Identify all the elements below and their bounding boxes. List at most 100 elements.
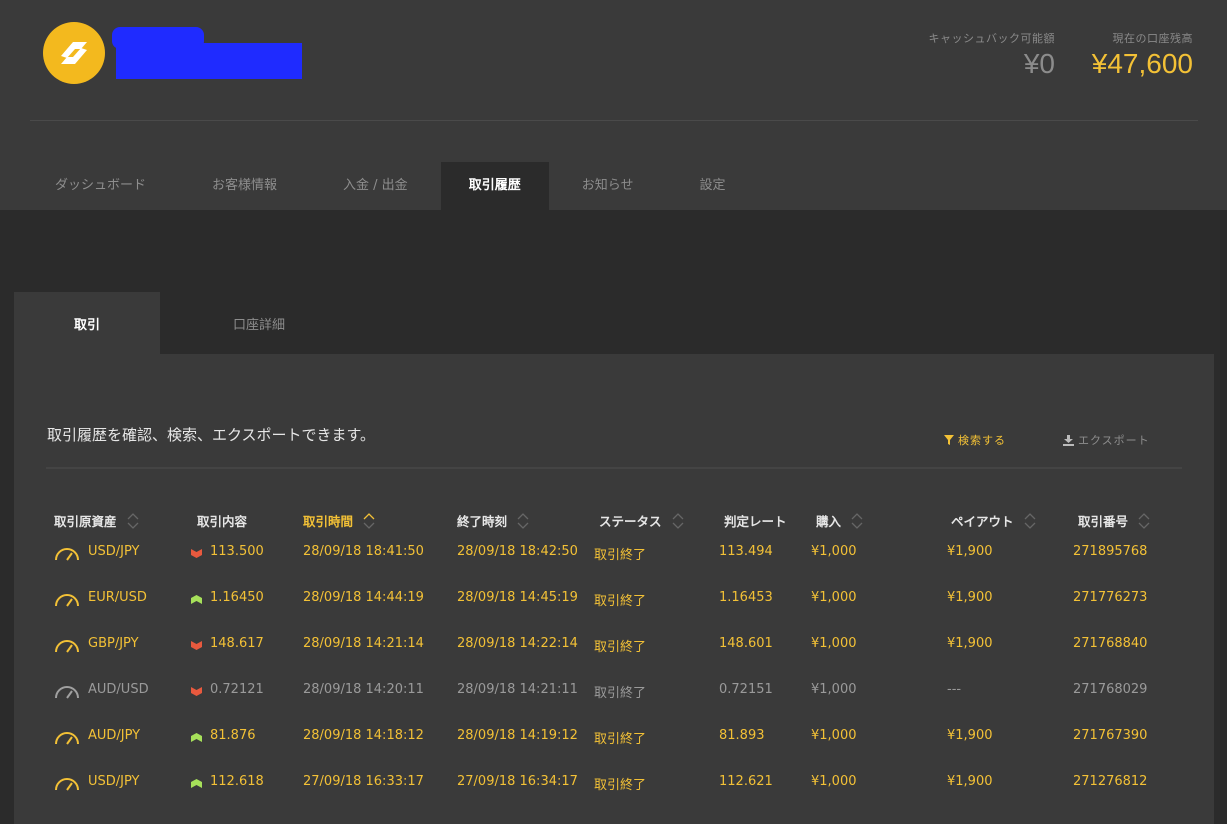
table-row[interactable]: AUD/JPY 81.876 28/09/18 14:18:12 28/09/18 1… [14,728,1214,774]
cell-payout: ¥1,900 [947,544,993,559]
cell-end-time: 28/09/18 14:19:12 [457,728,578,743]
cell-status: 取引終了 [594,686,647,701]
cell-buy: ¥1,000 [811,682,857,697]
gauge-icon [55,640,79,653]
col-header-trade-id-label: 取引番号 [1078,514,1129,529]
cell-payout: ¥1,900 [947,728,993,743]
cell-asset: EUR/USD [88,590,147,605]
col-header-end-time[interactable]: 終了時刻 [457,511,529,530]
sort-icon [127,512,139,529]
panel-divider [46,467,1182,469]
cell-buy: ¥1,000 [811,774,857,789]
brand-logo[interactable] [43,22,105,84]
arrow-up-icon [191,779,202,788]
sort-asc-icon [363,512,375,529]
col-header-asset-label: 取引原資産 [54,514,117,529]
cell-asset: AUD/USD [88,682,149,697]
cell-end-time: 28/09/18 14:22:14 [457,636,578,651]
cell-judge-rate: 113.494 [719,544,773,559]
nav-settings[interactable]: 設定 [666,162,758,210]
col-header-buy[interactable]: 購入 [816,511,863,530]
cell-status: 取引終了 [594,732,647,747]
header-divider [30,120,1198,121]
sort-icon [1024,512,1036,529]
col-header-payout[interactable]: ペイアウト [951,511,1036,530]
col-header-payout-label: ペイアウト [951,514,1014,529]
col-header-end-time-label: 終了時刻 [457,514,508,529]
gauge-icon [55,686,79,699]
download-icon [1063,434,1074,446]
table-row[interactable]: USD/JPY 113.500 28/09/18 18:41:50 28/09/18 … [14,544,1214,590]
cell-trade-id: 271768029 [1073,682,1148,697]
cell-end-time: 28/09/18 18:42:50 [457,544,578,559]
cell-buy: ¥1,000 [811,728,857,743]
cell-buy: ¥1,000 [811,544,857,559]
cell-judge-rate: 1.16453 [719,590,773,605]
export-button[interactable]: エクスポート [1063,432,1150,448]
tab-account-details[interactable]: 口座詳細 [160,292,358,354]
cell-rate: 1.16450 [210,590,264,605]
col-header-content-label: 取引内容 [197,514,248,529]
cell-asset: USD/JPY [88,774,140,789]
cell-trade-time: 27/09/18 16:33:17 [303,774,424,789]
gauge-icon [55,548,79,561]
search-button[interactable]: 検索する [944,432,1006,448]
panel-description: 取引履歴を確認、検索、エクスポートできます。 [47,426,376,444]
cell-trade-time: 28/09/18 14:44:19 [303,590,424,605]
arrow-down-icon [191,641,202,650]
cell-payout: ¥1,900 [947,774,993,789]
cashback-label: キャッシュバック可能額 [928,32,1055,45]
cell-trade-time: 28/09/18 14:18:12 [303,728,424,743]
cell-trade-id: 271276812 [1073,774,1148,789]
table-row[interactable]: AUD/USD 0.72121 28/09/18 14:20:11 28/09/18 … [14,682,1214,728]
cell-trade-id: 271767390 [1073,728,1148,743]
cell-status: 取引終了 [594,548,647,563]
export-button-label: エクスポート [1078,434,1150,447]
sort-icon [1138,512,1150,529]
cell-asset: GBP/JPY [88,636,139,651]
cell-trade-time: 28/09/18 18:41:50 [303,544,424,559]
col-header-trade-id[interactable]: 取引番号 [1078,511,1150,530]
cell-status: 取引終了 [594,778,647,793]
col-header-trade-time[interactable]: 取引時間 [303,511,375,530]
balance-label: 現在の口座残高 [1112,32,1193,45]
cell-end-time: 28/09/18 14:45:19 [457,590,578,605]
cell-trade-time: 28/09/18 14:21:14 [303,636,424,651]
cell-trade-id: 271776273 [1073,590,1148,605]
nav-customer-info[interactable]: お客様情報 [179,162,310,210]
nav-dashboard[interactable]: ダッシュボード [22,162,179,210]
nav-trade-history[interactable]: 取引履歴 [440,162,549,210]
cell-status: 取引終了 [594,640,647,655]
arrow-up-icon [191,595,202,604]
arrow-up-icon [191,733,202,742]
balance-value: ¥47,600 [1091,48,1193,79]
cell-payout: ¥1,900 [947,636,993,651]
table-row[interactable]: USD/JPY 112.618 27/09/18 16:33:17 27/09/18 … [14,774,1214,820]
cashback-block: キャッシュバック可能額 ¥0 [929,30,1056,82]
cell-judge-rate: 0.72151 [719,682,773,697]
sort-icon [672,512,684,529]
arrow-down-icon [191,549,202,558]
col-header-asset[interactable]: 取引原資産 [54,511,139,530]
brand-logo-icon [61,42,87,64]
col-header-content: 取引内容 [197,511,247,530]
balance-block: 現在の口座残高 ¥47,600 [1092,30,1193,82]
sub-tabs: 取引 口座詳細 [14,292,358,354]
cell-asset: AUD/JPY [88,728,141,743]
arrow-down-icon [191,687,202,696]
gauge-icon [55,732,79,745]
cell-payout: --- [947,682,962,697]
col-header-judge-rate: 判定レート [724,511,787,530]
cell-trade-id: 271895768 [1073,544,1148,559]
nav-deposit-withdraw[interactable]: 入金 / 出金 [310,162,441,210]
nav-notices[interactable]: お知らせ [549,162,667,210]
table-row[interactable]: EUR/USD 1.16450 28/09/18 14:44:19 28/09/18 … [14,590,1214,636]
cell-trade-time: 28/09/18 14:20:11 [303,682,424,697]
col-header-trade-time-label: 取引時間 [303,514,354,529]
table-row[interactable]: GBP/JPY 148.617 28/09/18 14:21:14 28/09/18 … [14,636,1214,682]
cell-end-time: 28/09/18 14:21:11 [457,682,578,697]
col-header-status[interactable]: ステータス [599,511,684,530]
tab-trades[interactable]: 取引 [14,292,160,354]
main-nav: ダッシュボード お客様情報 入金 / 出金 取引履歴 お知らせ 設定 [22,162,758,210]
gauge-icon [55,778,79,791]
